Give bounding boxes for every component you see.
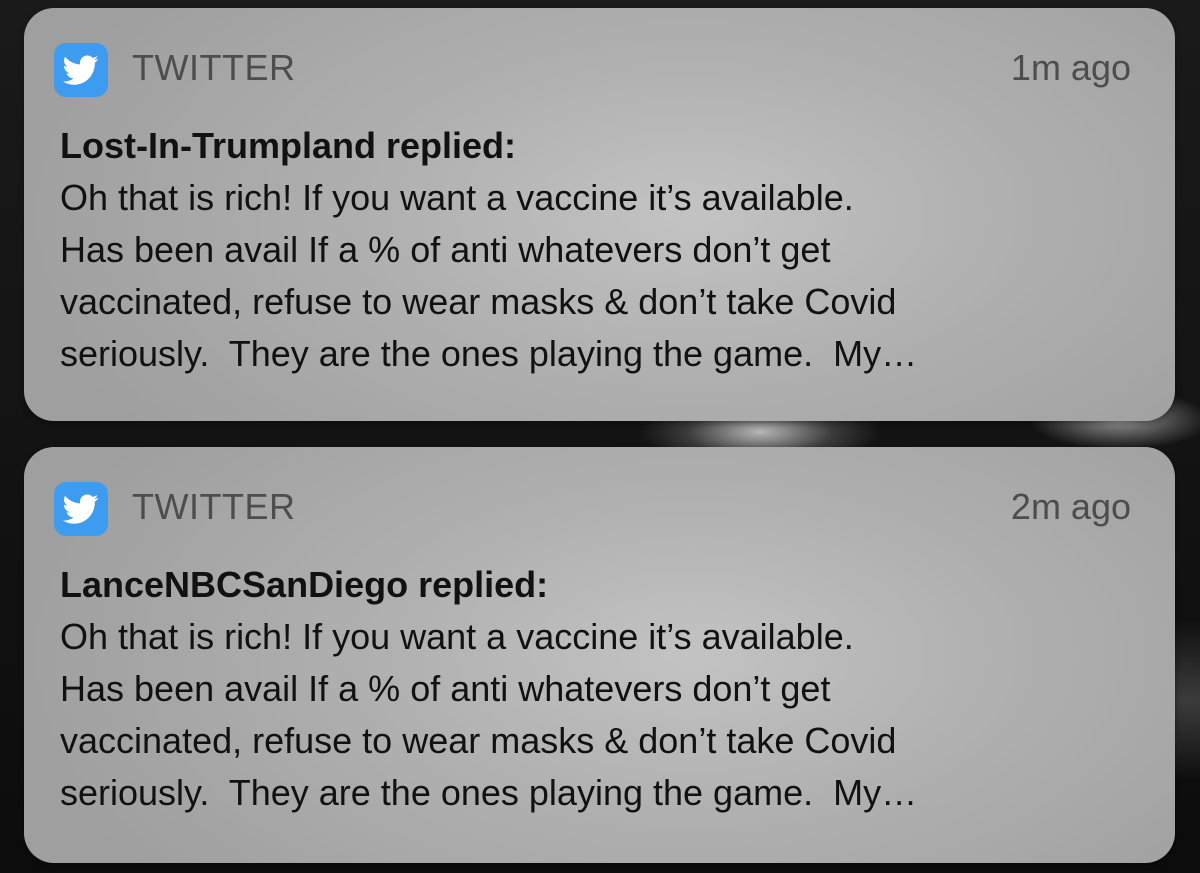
twitter-bird-icon bbox=[54, 482, 108, 536]
notification-time: 2m ago bbox=[1010, 486, 1131, 527]
notification-body-line: vaccinated, refuse to wear masks & don’t… bbox=[60, 720, 897, 761]
app-name: TWITTER bbox=[132, 486, 296, 527]
notification-body-line: seriously. They are the ones playing the… bbox=[60, 333, 918, 374]
notification-body-line: seriously. They are the ones playing the… bbox=[60, 772, 918, 813]
notification-card[interactable]: TWITTER 2m ago LanceNBCSanDiego replied:… bbox=[24, 447, 1175, 863]
twitter-bird-icon bbox=[54, 43, 108, 97]
notification-body: Oh that is rich! If you want a vaccine i… bbox=[60, 172, 1150, 380]
notification-card[interactable]: TWITTER 1m ago Lost-In-Trumpland replied… bbox=[24, 8, 1175, 421]
notification-title: Lost-In-Trumpland replied: bbox=[60, 125, 516, 166]
notification-title: LanceNBCSanDiego replied: bbox=[60, 564, 549, 605]
notification-body-line: Has been avail If a % of anti whatevers … bbox=[60, 229, 831, 270]
notification-body-line: Oh that is rich! If you want a vaccine i… bbox=[60, 177, 854, 218]
notification-time: 1m ago bbox=[1010, 47, 1131, 88]
notification-body-line: Has been avail If a % of anti whatevers … bbox=[60, 668, 831, 709]
notification-body-line: Oh that is rich! If you want a vaccine i… bbox=[60, 616, 854, 657]
notification-body-line: vaccinated, refuse to wear masks & don’t… bbox=[60, 281, 897, 322]
notification-body: Oh that is rich! If you want a vaccine i… bbox=[60, 611, 1150, 819]
app-name: TWITTER bbox=[132, 47, 296, 88]
